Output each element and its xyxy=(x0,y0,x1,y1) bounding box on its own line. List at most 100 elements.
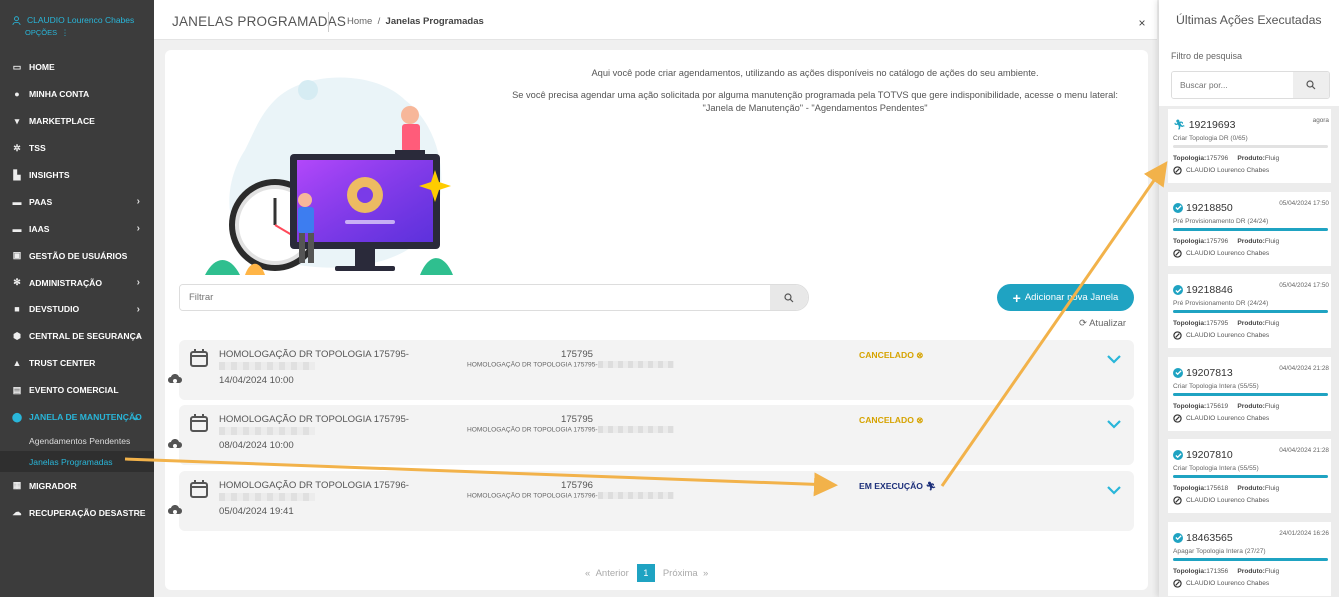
chevron-right-icon: › xyxy=(136,196,140,208)
window-row[interactable]: HOMOLOGAÇÃO DR TOPOLOGIA 175796- 05/04/2… xyxy=(168,471,1134,531)
nav-migrador[interactable]: ▦ MIGRADOR xyxy=(0,472,154,499)
pagination-prev[interactable]: « Anterior xyxy=(585,568,629,579)
row-name: HOMOLOGAÇÃO DR TOPOLOGIA 175795- xyxy=(219,349,409,360)
row-date: 14/04/2024 10:00 xyxy=(219,375,294,386)
status-badge: EM EXECUÇÃO 🏃︎ xyxy=(859,481,937,491)
search-icon xyxy=(784,292,794,302)
chevron-down-icon[interactable] xyxy=(1106,354,1122,364)
check-circle-icon xyxy=(1173,202,1183,213)
nav-administracao[interactable]: ✻ ADMINISTRAÇÃO › xyxy=(0,269,154,296)
filter-input[interactable] xyxy=(180,285,770,310)
action-progress-bar xyxy=(1173,392,1328,396)
action-description: Pré Provisionamento DR (24/24) xyxy=(1173,300,1269,307)
user-circle-icon xyxy=(1173,248,1182,258)
id-card-icon: ▣ xyxy=(12,250,22,261)
cloud-gear-icon xyxy=(168,505,182,514)
nav-paas[interactable]: ▬ PAAS › xyxy=(0,188,154,215)
nav-iaas[interactable]: ▬ IAAS › xyxy=(0,215,154,242)
action-progress-bar xyxy=(1173,557,1328,561)
nav-insights[interactable]: ▙ INSIGHTS xyxy=(0,162,154,189)
window-row[interactable]: HOMOLOGAÇÃO DR TOPOLOGIA 175795- 08/04/2… xyxy=(168,405,1134,465)
running-person-icon: 🏃︎ xyxy=(925,481,937,491)
nav-devstudio[interactable]: ■ DEVSTUDIO › xyxy=(0,296,154,323)
chevron-down-icon[interactable] xyxy=(1106,485,1122,495)
status-badge: CANCELADO ⊗ xyxy=(859,350,924,360)
action-description: Criar Topologia Intera (55/55) xyxy=(1173,382,1259,390)
window-row[interactable]: HOMOLOGAÇÃO DR TOPOLOGIA 175795- 14/04/2… xyxy=(168,340,1134,400)
user-circle-icon xyxy=(1173,166,1182,175)
row-topology: 175796 xyxy=(560,480,593,491)
user-icon xyxy=(12,15,21,25)
action-card[interactable]: 19207813 04/04/2024 21:28 Criar Topologia … xyxy=(1168,356,1331,431)
refresh-button[interactable]: ⟳ Atualizar xyxy=(1079,318,1126,329)
chevron-right-icon: › xyxy=(136,223,140,235)
redacted-text xyxy=(219,493,315,501)
pagination-page-1[interactable]: 1 xyxy=(636,564,655,582)
pagination-next[interactable]: Próxima » xyxy=(663,568,708,579)
action-card[interactable]: 19218846 05/04/2024 17:50 Pré Provisioname… xyxy=(1168,274,1331,348)
panel-search-button[interactable] xyxy=(1293,72,1329,98)
redacted-text xyxy=(219,362,315,370)
action-id: 19218850 xyxy=(1173,202,1233,214)
nav-janela-manutencao[interactable]: ⬤ JANELA DE MANUTENÇÃO ⌄ xyxy=(0,404,154,431)
user-options-link[interactable]: OPÇÕES ⋮ xyxy=(25,28,144,37)
action-card[interactable]: 19218850 05/04/2024 17:50 Pré Provisioname… xyxy=(1168,191,1331,266)
cloud-gear-icon xyxy=(168,439,182,448)
user-circle-icon xyxy=(1173,578,1182,588)
action-card[interactable]: 19207810 04/04/2024 21:28 Criar Topologia … xyxy=(1168,439,1331,513)
action-time: 24/01/2024 16:26 xyxy=(1279,529,1329,537)
nav-marketplace[interactable]: ▾ MARKETPLACE xyxy=(0,108,154,135)
action-description: Criar Topologia Intera (55/55) xyxy=(1173,465,1259,472)
panel-filter-label: Filtro de pesquisa xyxy=(1171,51,1243,61)
action-user: CLAUDIO Lourenco Chabes xyxy=(1173,413,1269,423)
nav-label: CENTRAL DE SEGURANÇA xyxy=(29,331,142,342)
user-icon: ● xyxy=(14,89,20,100)
intro-line-2: Se você precisa agendar uma ação solicit… xyxy=(512,90,1118,100)
document-icon: ▤ xyxy=(12,384,22,395)
breadcrumb-home[interactable]: Home xyxy=(347,16,372,27)
nav-label: JANELA DE MANUTENÇÃO xyxy=(29,412,142,423)
action-meta: Topologia:175796 Produto:Fluig xyxy=(1173,155,1280,162)
nav-janelas-programadas[interactable]: Janelas Programadas xyxy=(0,451,154,473)
actions-list: 🏃︎ 19219693 agora Criar Topologia DR (0/65)… xyxy=(1159,106,1339,597)
action-card[interactable]: 🏃︎ 19219693 agora Criar Topologia DR (0/65)… xyxy=(1168,109,1331,183)
chevron-right-icon: › xyxy=(136,507,140,519)
nav-minha-conta[interactable]: ● MINHA CONTA xyxy=(0,81,154,108)
nav-trust-center[interactable]: ▲ TRUST CENTER xyxy=(0,350,154,377)
nav-home[interactable]: ▭ HOME xyxy=(0,54,154,81)
user-name[interactable]: CLAUDIO Lourenco Chabes xyxy=(12,15,144,25)
row-date: 05/04/2024 19:41 xyxy=(219,506,294,517)
check-circle-icon xyxy=(1173,532,1183,543)
action-card[interactable]: 18463565 24/01/2024 16:26 Apagar Topologia… xyxy=(1168,521,1331,596)
shield-icon: ⬢ xyxy=(13,330,21,341)
nav-central-seguranca[interactable]: ⬢ CENTRAL DE SEGURANÇA › xyxy=(0,323,154,350)
nav-tss[interactable]: ✲ TSS xyxy=(0,135,154,162)
nav-label: PAAS xyxy=(29,196,53,207)
nav-gestao-usuarios[interactable]: ▣ GESTÃO DE USUÁRIOS xyxy=(0,242,154,269)
nav-agendamentos-pendentes[interactable]: Agendamentos Pendentes xyxy=(0,430,154,451)
server-icon: ▬ xyxy=(12,196,22,207)
wrench-icon: ⬤ xyxy=(11,411,23,422)
gear-icon: ✲ xyxy=(13,142,21,153)
nav-evento-comercial[interactable]: ▤ EVENTO COMERCIAL xyxy=(0,377,154,404)
nav-label: TRUST CENTER xyxy=(29,358,96,369)
filter-search-button[interactable] xyxy=(770,285,808,310)
action-description: Apagar Topologia Intera (27/27) xyxy=(1173,547,1266,555)
status-badge: CANCELADO ⊗ xyxy=(859,415,924,425)
chevron-down-icon: ⌄ xyxy=(131,411,140,423)
panel-search-input[interactable] xyxy=(1172,72,1292,98)
folder-icon: ■ xyxy=(14,304,20,315)
nav-recuperacao-desastre[interactable]: ☁ RECUPERAÇÃO DESASTRE › xyxy=(0,499,154,526)
action-time: agora xyxy=(1312,117,1329,124)
action-meta: Topologia:171356 Produto:Fluig xyxy=(1173,567,1280,575)
action-time: 05/04/2024 17:50 xyxy=(1279,282,1329,289)
nav-label: GESTÃO DE USUÁRIOS xyxy=(29,250,128,261)
row-date: 08/04/2024 10:00 xyxy=(219,440,294,451)
add-window-button[interactable]: + Adicionar nova Janela xyxy=(997,284,1134,311)
chevron-down-icon[interactable] xyxy=(1106,419,1122,429)
action-meta: Topologia:175619 Produto:Fluig xyxy=(1173,402,1280,410)
action-id: 🏃︎ 19219693 xyxy=(1173,119,1236,131)
calendar-icon xyxy=(190,480,208,498)
close-panel-button[interactable]: × xyxy=(1126,8,1158,38)
row-topology: 175795 xyxy=(560,349,593,360)
